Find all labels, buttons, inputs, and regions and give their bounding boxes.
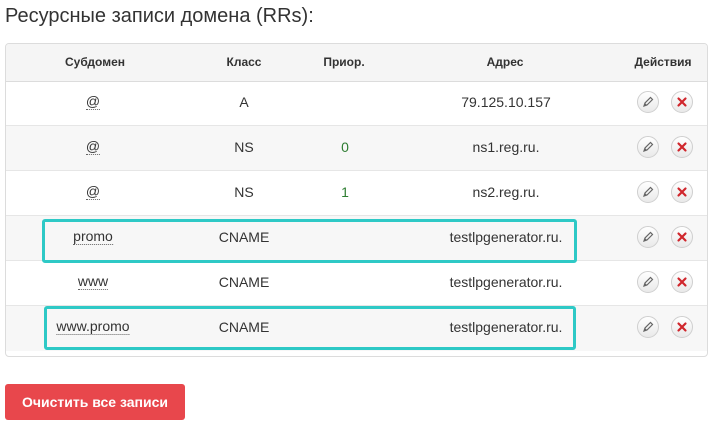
clear-all-records-button[interactable]: Очистить все записи: [5, 384, 185, 420]
dns-records-table: Субдомен Класс Приор. Адрес Действия @ A…: [5, 43, 708, 357]
pencil-icon: [643, 321, 654, 332]
table-row: @ NS 1 ns2.reg.ru.: [6, 171, 707, 216]
delete-button[interactable]: [671, 271, 693, 293]
subdomain-link[interactable]: @: [85, 184, 101, 200]
header-subdomain: Субдомен: [64, 55, 126, 69]
record-address: ns2.reg.ru.: [472, 184, 540, 200]
record-class: NS: [234, 139, 254, 155]
record-address: 79.125.10.157: [461, 94, 551, 110]
pencil-icon: [643, 141, 654, 152]
delete-button[interactable]: [671, 91, 693, 113]
edit-button[interactable]: [637, 91, 659, 113]
edit-button[interactable]: [637, 316, 659, 338]
delete-x-icon: [677, 142, 687, 152]
delete-x-icon: [677, 277, 687, 287]
header-address: Адрес: [486, 55, 524, 69]
delete-button[interactable]: [671, 136, 693, 158]
header-priority: Приор.: [323, 55, 365, 69]
record-class: A: [239, 94, 249, 110]
record-address: testlpgenerator.ru.: [449, 229, 563, 245]
record-priority: 0: [341, 139, 349, 155]
record-address: testlpgenerator.ru.: [449, 319, 563, 335]
table-row: promo CNAME testlpgenerator.ru.: [6, 216, 707, 261]
delete-x-icon: [677, 232, 687, 242]
delete-button[interactable]: [671, 316, 693, 338]
pencil-icon: [643, 231, 654, 242]
header-class: Класс: [226, 55, 262, 69]
subdomain-link[interactable]: promo: [73, 229, 113, 245]
record-priority: 1: [341, 184, 349, 200]
record-class: CNAME: [218, 274, 270, 290]
subdomain-link[interactable]: www.promo: [56, 319, 130, 335]
subdomain-link[interactable]: @: [85, 94, 101, 110]
delete-x-icon: [677, 97, 687, 107]
table-row: www CNAME testlpgenerator.ru.: [6, 261, 707, 306]
pencil-icon: [643, 276, 654, 287]
delete-x-icon: [677, 187, 687, 197]
edit-button[interactable]: [637, 181, 659, 203]
delete-x-icon: [677, 322, 687, 332]
table-row: www.promo CNAME testlpgenerator.ru.: [6, 306, 707, 351]
delete-button[interactable]: [671, 226, 693, 248]
record-class: CNAME: [218, 229, 270, 245]
record-class: NS: [234, 184, 254, 200]
pencil-icon: [643, 186, 654, 197]
edit-button[interactable]: [637, 271, 659, 293]
table-header: Субдомен Класс Приор. Адрес Действия: [6, 44, 707, 82]
subdomain-link[interactable]: @: [85, 139, 101, 155]
header-actions: Действия: [634, 55, 692, 69]
record-address: testlpgenerator.ru.: [449, 274, 563, 290]
subdomain-link[interactable]: www: [77, 274, 109, 290]
record-address: ns1.reg.ru.: [472, 139, 540, 155]
record-class: CNAME: [218, 319, 270, 335]
pencil-icon: [643, 96, 654, 107]
edit-button[interactable]: [637, 226, 659, 248]
table-row: @ A 79.125.10.157: [6, 81, 707, 126]
delete-button[interactable]: [671, 181, 693, 203]
table-row: @ NS 0 ns1.reg.ru.: [6, 126, 707, 171]
page-title: Ресурсные записи домена (RRs):: [5, 5, 314, 27]
edit-button[interactable]: [637, 136, 659, 158]
